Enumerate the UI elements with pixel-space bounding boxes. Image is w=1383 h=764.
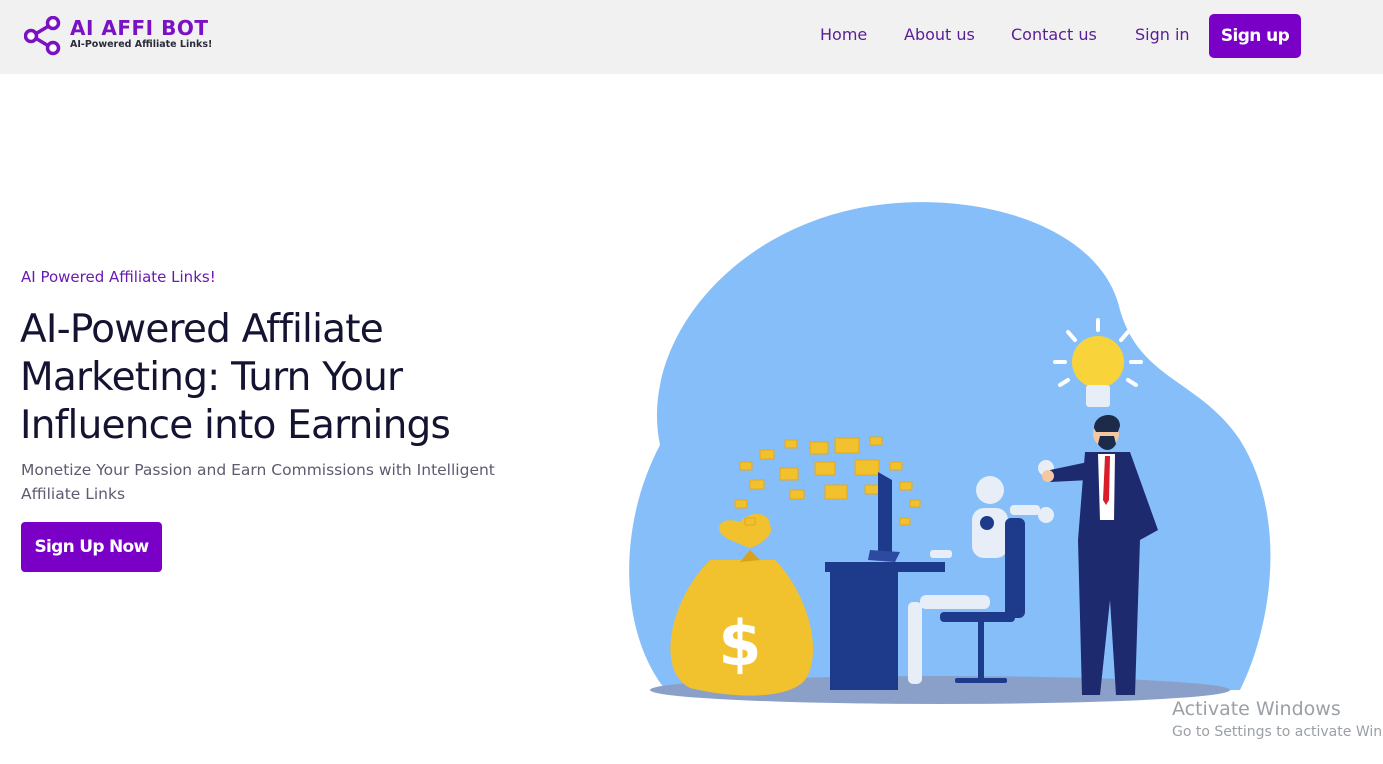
share-network-icon bbox=[24, 16, 61, 56]
nav-signin-link[interactable]: Sign in bbox=[1135, 25, 1190, 45]
windows-activation-watermark: Activate Windows Go to Settings to activ… bbox=[1172, 697, 1383, 743]
activate-title: Activate Windows bbox=[1172, 698, 1341, 720]
hero-eyebrow: AI Powered Affiliate Links! bbox=[21, 268, 216, 286]
nav-contact-link[interactable]: Contact us bbox=[1011, 25, 1097, 45]
hero-headline: AI-Powered Affiliate Marketing: Turn You… bbox=[20, 307, 451, 448]
activate-subtitle: Go to Settings to activate Windows. bbox=[1172, 724, 1383, 740]
svg-text:$: $ bbox=[718, 607, 761, 680]
brand-text: AI AFFI BOT AI-Powered Affiliate Links! bbox=[70, 16, 212, 51]
nav-home-link[interactable]: Home bbox=[820, 25, 867, 45]
hero-subtext: Monetize Your Passion and Earn Commissio… bbox=[21, 461, 495, 503]
nav-about-link[interactable]: About us bbox=[904, 25, 975, 45]
signup-button[interactable]: Sign up bbox=[1209, 14, 1301, 58]
signup-now-button[interactable]: Sign Up Now bbox=[21, 522, 162, 572]
hero-illustration: $ bbox=[629, 202, 1271, 704]
brand-tagline: AI-Powered Affiliate Links! bbox=[70, 39, 213, 50]
top-navbar: AI AFFI BOT AI-Powered Affiliate Links! … bbox=[0, 0, 1383, 74]
brand-logo[interactable]: AI AFFI BOT AI-Powered Affiliate Links! bbox=[24, 16, 212, 56]
brand-name: AI AFFI BOT bbox=[70, 16, 209, 40]
